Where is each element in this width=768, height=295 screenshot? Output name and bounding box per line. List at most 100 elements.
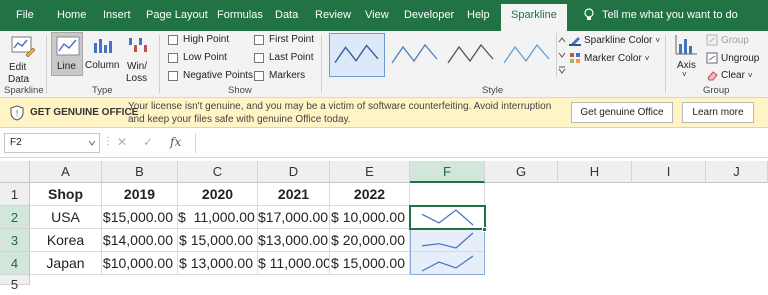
style-thumb-1[interactable]: [329, 33, 385, 77]
cell-a1[interactable]: Shop: [30, 183, 102, 206]
column-header-c[interactable]: C: [178, 161, 258, 183]
tab-insert[interactable]: Insert: [103, 9, 131, 21]
row-header-3[interactable]: 3: [0, 229, 30, 252]
cell-d4[interactable]: $ 11,000.00: [258, 252, 330, 275]
cell-e4[interactable]: $ 15,000.00: [330, 252, 410, 275]
enter-icon[interactable]: ✓: [143, 135, 153, 149]
ungroup-label: Ungroup: [721, 52, 760, 64]
row-header-1[interactable]: 1: [0, 183, 30, 206]
winloss-type-button[interactable]: Win/ Loss: [123, 32, 153, 84]
style-thumb-2[interactable]: [387, 33, 443, 77]
learn-more-button[interactable]: Learn more: [682, 102, 754, 123]
column-header-h[interactable]: H: [558, 161, 632, 183]
cell-e1[interactable]: 2022: [330, 183, 410, 206]
edit-data-button[interactable]: Edit Data: [5, 33, 39, 85]
cell-c1[interactable]: 2020: [178, 183, 258, 206]
gallery-scroll[interactable]: [556, 33, 566, 77]
column-type-button[interactable]: Column: [85, 32, 121, 76]
marker-color-icon: [570, 53, 580, 63]
column-header-j[interactable]: J: [706, 161, 768, 183]
cell-c4[interactable]: $ 13,000.00: [178, 252, 258, 275]
row-header-4[interactable]: 4: [0, 252, 30, 275]
cell-e2[interactable]: $ 10,000.00: [330, 206, 410, 229]
row-header-2[interactable]: 2: [0, 206, 30, 229]
group-separator: [46, 35, 47, 93]
cell-e3[interactable]: $ 20,000.00: [330, 229, 410, 252]
cancel-icon[interactable]: ✕: [117, 135, 127, 149]
cell-b3[interactable]: $14,000.00: [102, 229, 178, 252]
cell-b4[interactable]: $10,000.00: [102, 252, 178, 275]
style-thumb-3[interactable]: [443, 33, 499, 77]
ungroup-icon: [706, 52, 718, 64]
tab-file[interactable]: File: [16, 9, 34, 21]
column-header-e[interactable]: E: [330, 161, 410, 183]
checkbox-box: [168, 34, 178, 45]
cell-f1[interactable]: [410, 183, 485, 206]
column-header-g[interactable]: G: [485, 161, 558, 183]
cell-c3[interactable]: $ 15,000.00: [178, 229, 258, 252]
cell-b1[interactable]: 2019: [102, 183, 178, 206]
cell-b2[interactable]: $15,000.00: [102, 206, 178, 229]
clear-button[interactable]: Clear ˅: [706, 69, 753, 81]
column-header-a[interactable]: A: [30, 161, 102, 183]
column-header-d[interactable]: D: [258, 161, 330, 183]
winloss-icon: [129, 38, 147, 52]
edit-data-icon: [11, 36, 35, 57]
tab-formulas[interactable]: Formulas: [217, 9, 263, 21]
cell-a2[interactable]: USA: [30, 206, 102, 229]
column-type-label: Column: [85, 60, 120, 71]
formula-bar: F2 ⋮ ✕ ✓ fx: [0, 128, 768, 158]
tab-home[interactable]: Home: [57, 9, 86, 21]
column-header-b[interactable]: B: [102, 161, 178, 183]
genuine-office-message-bar: ! GET GENUINE OFFICE Your license isn't …: [0, 98, 768, 128]
tab-review[interactable]: Review: [315, 9, 351, 21]
column-header-f[interactable]: F: [410, 161, 485, 183]
cell-a4[interactable]: Japan: [30, 252, 102, 275]
pen-icon: [569, 37, 581, 46]
formula-bar-dots: ⋮: [103, 136, 113, 147]
sparkline-color-button[interactable]: Sparkline Color ˅: [569, 34, 660, 46]
first-point-checkbox[interactable]: First Point: [254, 34, 314, 45]
sparkline-color-label: Sparkline Color: [584, 34, 653, 46]
cell-a3[interactable]: Korea: [30, 229, 102, 252]
checkbox-box: [254, 70, 264, 81]
marker-color-label: Marker Color: [584, 52, 642, 64]
get-genuine-office-button[interactable]: Get genuine Office: [571, 102, 673, 123]
last-point-checkbox[interactable]: Last Point: [254, 52, 313, 63]
cell-d3[interactable]: $13,000.00: [258, 229, 330, 252]
shield-icon: !: [10, 105, 24, 121]
style-thumb-4[interactable]: [499, 33, 555, 77]
negative-points-checkbox[interactable]: Negative Points: [168, 70, 253, 81]
tab-data[interactable]: Data: [275, 9, 298, 21]
markers-checkbox[interactable]: Markers: [254, 70, 305, 81]
high-point-checkbox[interactable]: High Point: [168, 34, 229, 45]
group-button[interactable]: Group: [706, 34, 749, 46]
cell-c2[interactable]: $ 11,000.00: [178, 206, 258, 229]
winloss-label-1: Win/: [127, 61, 147, 72]
ribbon-tab-bar: File Home Insert Page Layout Formulas Da…: [0, 0, 768, 31]
row-header-5[interactable]: 5: [0, 275, 30, 292]
chevron-down-icon[interactable]: [88, 140, 96, 146]
group-label: Group: [721, 34, 749, 46]
tab-view[interactable]: View: [365, 9, 389, 21]
cell-d2[interactable]: $17,000.00: [258, 206, 330, 229]
marker-color-button[interactable]: Marker Color ˅: [569, 52, 649, 64]
tab-help[interactable]: Help: [467, 9, 490, 21]
fill-handle[interactable]: [482, 227, 487, 232]
tab-page-layout[interactable]: Page Layout: [146, 9, 208, 21]
tab-sparkline[interactable]: Sparkline: [501, 4, 567, 31]
chevron-down-icon: [558, 52, 566, 58]
cell-d1[interactable]: 2021: [258, 183, 330, 206]
select-all-corner[interactable]: [0, 161, 30, 183]
column-header-i[interactable]: I: [632, 161, 706, 183]
tab-developer[interactable]: Developer: [404, 9, 454, 21]
ungroup-button[interactable]: Ungroup: [706, 52, 759, 64]
svg-text:!: !: [16, 109, 18, 118]
name-box[interactable]: F2: [4, 133, 100, 153]
insert-function-icon[interactable]: fx: [170, 135, 181, 149]
line-type-button[interactable]: Line: [51, 32, 83, 76]
tell-me-search[interactable]: Tell me what you want to do: [602, 9, 738, 21]
low-point-checkbox[interactable]: Low Point: [168, 52, 227, 63]
formula-input[interactable]: [195, 133, 768, 153]
axis-button[interactable]: Axis ˅: [670, 32, 702, 80]
